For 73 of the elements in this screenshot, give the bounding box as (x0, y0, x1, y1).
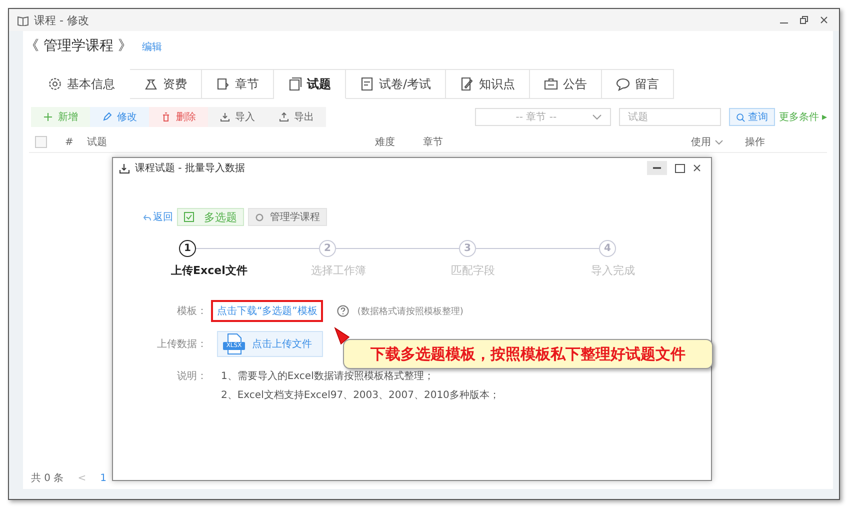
callout-arrow (334, 327, 350, 345)
instruction-text: 2、Excel文档支持Excel97、2003、2007、2010多种版本； (221, 388, 500, 403)
tab[interactable]: 资费 (130, 69, 202, 99)
download-template-link[interactable]: 点击下载“多选题”模板 (213, 304, 322, 318)
tab[interactable]: 试卷/考试 (346, 69, 446, 99)
step-label: 导入完成 (591, 263, 635, 278)
tab[interactable]: 试题 (274, 69, 346, 99)
checkbox-icon (184, 212, 194, 222)
search-icon (736, 112, 745, 122)
total-count: 共 0 条 (31, 472, 64, 485)
course-title: 《 管理学课程 》 (25, 37, 132, 55)
step-label: 选择工作簿 (311, 263, 366, 278)
chapter-select[interactable]: -- 章节 -- (474, 108, 611, 126)
step-label: 匹配字段 (451, 263, 495, 278)
checkbox[interactable] (35, 136, 47, 148)
field-label: 上传数据： (156, 338, 208, 351)
tab[interactable]: 公告 (530, 69, 602, 99)
minimize-button[interactable] (647, 161, 667, 175)
course-tag: 管理学课程 (248, 208, 327, 226)
back-arrow-icon (143, 214, 151, 220)
question-type-tag: 多选题 (177, 208, 244, 226)
step-number: 3 (459, 240, 476, 257)
column-header: 章节 (423, 136, 444, 149)
close-icon[interactable] (819, 15, 829, 25)
page-number[interactable]: 1 (100, 472, 106, 484)
pen-icon (460, 77, 474, 91)
tab[interactable]: 留言 (602, 69, 674, 99)
step-number: 4 (599, 240, 616, 257)
column-header: 操作 (745, 136, 765, 149)
pencil-icon (102, 112, 112, 122)
ring-icon (255, 212, 264, 222)
step-number: 2 (319, 240, 336, 257)
chat-icon (616, 77, 630, 91)
instruction-text: 1、需要导入的Excel数据请按照模板格式整理； (221, 370, 435, 384)
window-title: 课程 - 修改 (34, 12, 89, 28)
dialog-title: 课程试题 - 批量导入数据 (135, 162, 245, 175)
previous-page-button[interactable]: < (78, 472, 86, 484)
download-icon (220, 112, 230, 122)
step-label: 上传Excel文件 (171, 263, 248, 278)
annotation-callout: 下载多选题模板，按照模板私下整理好试题文件 (343, 339, 713, 369)
close-icon[interactable] (693, 164, 701, 172)
maximize-icon[interactable] (675, 164, 685, 172)
more-conditions-link[interactable]: 更多条件 ▸ (778, 110, 827, 124)
back-link[interactable]: 返回 (143, 210, 173, 224)
import-button[interactable]: 导入 (208, 107, 267, 127)
import-icon (119, 162, 130, 174)
delete-button[interactable]: 删除 (149, 107, 208, 127)
column-header: # (65, 136, 74, 148)
gear-icon (48, 77, 62, 91)
search-field[interactable]: 试题 (618, 108, 721, 126)
upload-icon (279, 112, 289, 122)
column-header: 试题 (87, 136, 108, 149)
edit-link[interactable]: 编辑 (142, 40, 162, 54)
tab[interactable]: 章节 (202, 69, 274, 99)
column-header: 难度 (375, 136, 396, 149)
step-number: 1 (179, 240, 196, 257)
edit-button[interactable]: 修改 (90, 107, 149, 127)
query-button[interactable]: 查询 (728, 108, 775, 126)
trash-icon (161, 112, 171, 122)
stack-icon (288, 77, 302, 91)
chevron-down-icon (592, 114, 602, 120)
paper-icon (360, 77, 374, 91)
add-button[interactable]: 新增 (31, 107, 90, 127)
plus-icon (43, 112, 53, 122)
tab[interactable]: 知识点 (446, 69, 530, 99)
restore-icon[interactable] (799, 15, 809, 25)
field-label: 模板： (176, 304, 208, 318)
help-icon[interactable] (337, 305, 350, 317)
export-button[interactable]: 导出 (267, 107, 326, 127)
field-label: 说明： (176, 370, 208, 384)
chevron-down-icon[interactable] (715, 140, 723, 144)
format-hint: (数据格式请按照模板整理) (357, 306, 464, 318)
column-header[interactable]: 使用 (691, 135, 711, 149)
